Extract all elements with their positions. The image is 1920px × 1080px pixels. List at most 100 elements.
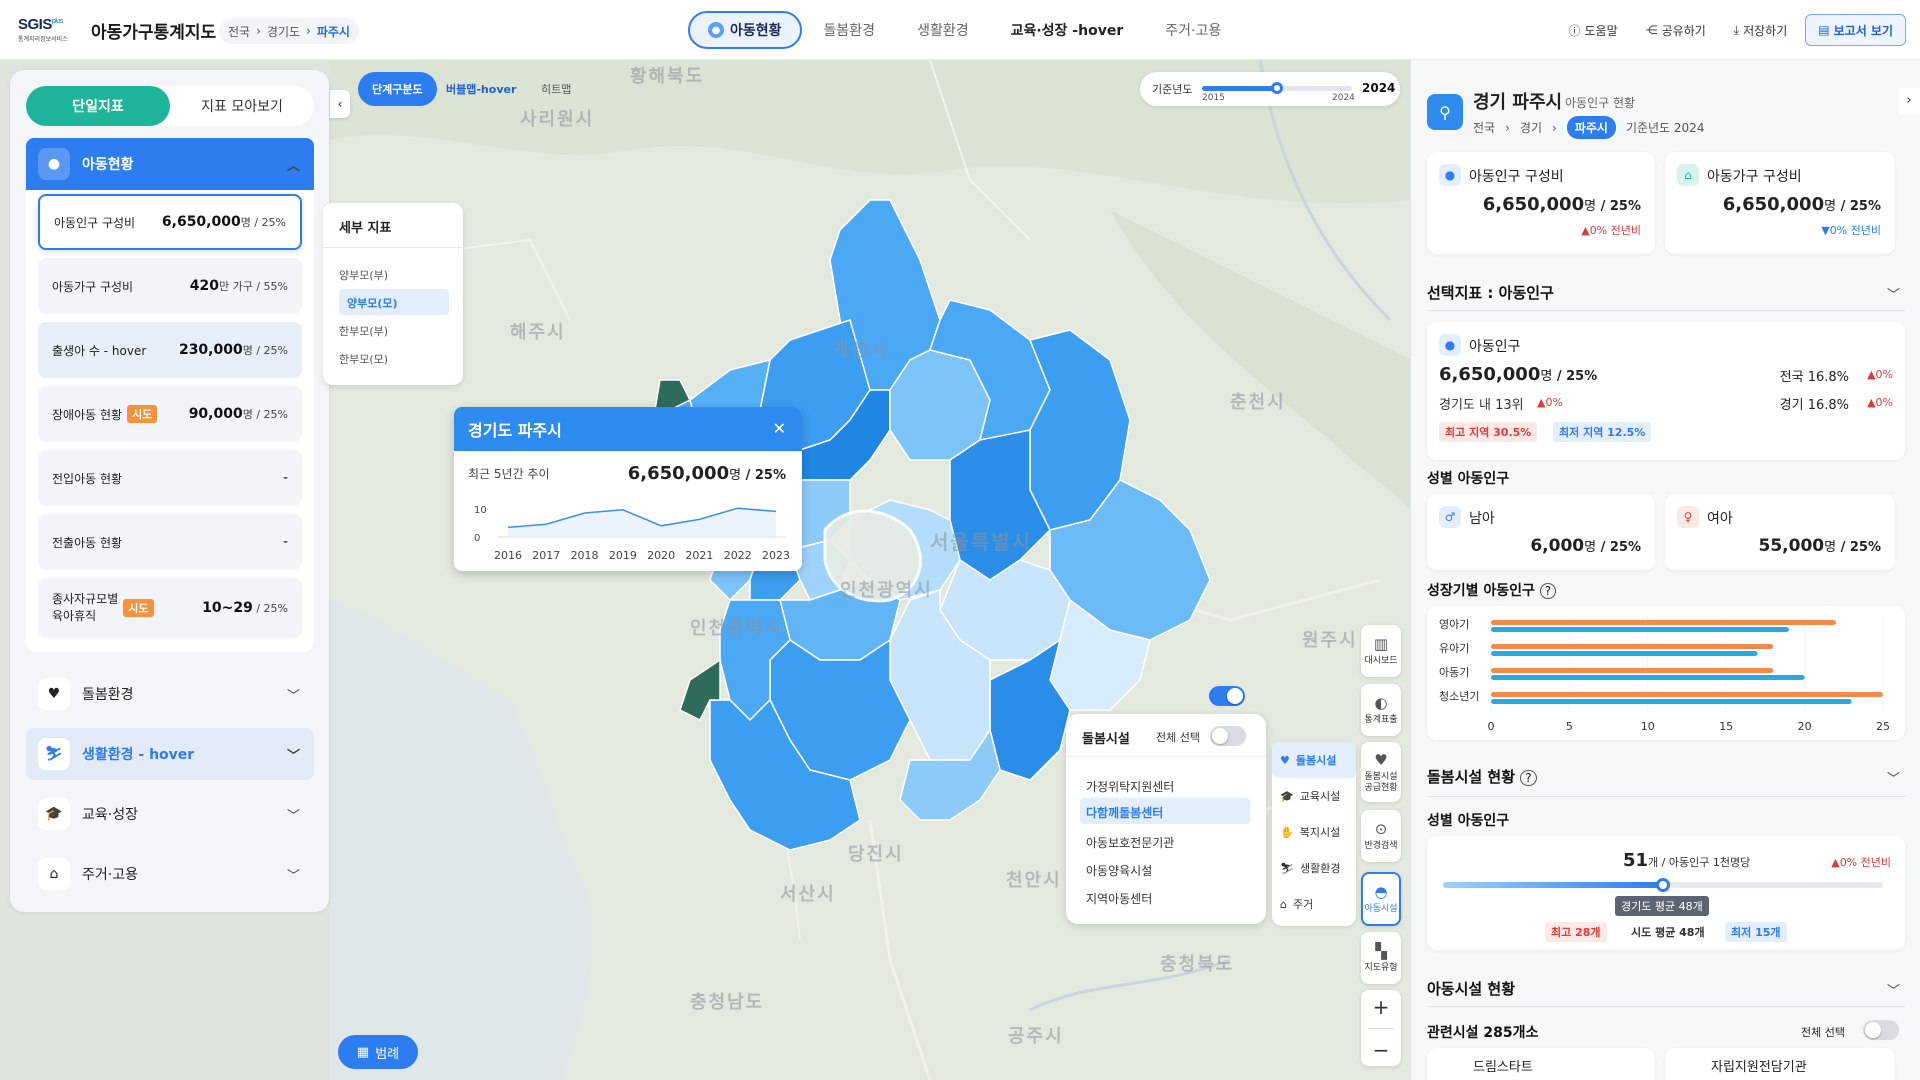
fac-cat-welfare[interactable]: ✋ 복지시설 <box>1272 814 1356 850</box>
chevron-down-icon[interactable]: ﹀ <box>1887 768 1900 787</box>
detail-item-selected[interactable]: 양부모(모) <box>339 289 449 315</box>
rail-stats-display-button[interactable]: ◐ 통계표출 <box>1361 684 1401 736</box>
graduation-cap-icon: 🎓 <box>1280 789 1294 803</box>
fac-cat-care[interactable]: ♥ 돌봄시설 <box>1272 742 1356 778</box>
legend-button[interactable]: ▦ 범례 <box>338 1035 418 1069</box>
selected-indicator-title: 선택지표 : 아동인구 <box>1427 284 1554 302</box>
year-handle[interactable] <box>1271 82 1283 94</box>
gender-card-female: ♀ 여아 55,000명 / 25% <box>1665 494 1895 570</box>
fac-cat-education[interactable]: 🎓 교육시설 <box>1272 778 1356 814</box>
tab-heatmap[interactable]: 히트맵 <box>527 72 585 106</box>
heart-icon: ♥ <box>38 678 70 710</box>
chevron-down-icon[interactable]: ﹀ <box>1887 980 1900 999</box>
help-icon[interactable]: ? <box>1520 770 1537 786</box>
kids-facility-card[interactable]: 자립지원전담기관 <box>1665 1048 1895 1080</box>
facility-layer-toggle[interactable] <box>1209 686 1245 706</box>
detail-indicator-panel: 세부 지표 양부모(부) 양부모(모) 한부모(부) 한부모(모) <box>323 203 463 385</box>
save-button[interactable]: ⤓ 저장하기 <box>1724 14 1797 46</box>
bar <box>1491 699 1852 704</box>
category-child-status[interactable]: ● 아동현황 ︿ <box>26 138 314 190</box>
map-icon: ▚ <box>1375 942 1387 961</box>
y-tick-label: 10 <box>474 505 487 516</box>
facility-item-selected[interactable]: 다함께돌봄센터 <box>1080 798 1250 824</box>
share-button[interactable]: ⋲ 공유하기 <box>1636 14 1716 46</box>
select-all-label: 전체 선택 <box>1156 731 1200 744</box>
year-track[interactable] <box>1202 82 1352 94</box>
gender-card-male: ♂ 남아 6,000명 / 25% <box>1427 494 1655 570</box>
report-button[interactable]: ▤ 보고서 보기 <box>1805 14 1906 46</box>
breadcrumb-item[interactable]: 전국 <box>1473 119 1495 136</box>
category-education[interactable]: 🎓 교육·성장 ﹀ <box>26 788 314 840</box>
rail-map-type-button[interactable]: ▚ 지도유형 <box>1361 932 1401 984</box>
year-value: 2024 <box>1362 81 1396 95</box>
tab-living-env[interactable]: 생활환경 <box>897 11 989 49</box>
category-care-env[interactable]: ♥ 돌봄환경 ﹀ <box>26 668 314 720</box>
close-icon[interactable]: ✕ <box>773 419 786 438</box>
rail-child-facility-button[interactable]: ◓ 아동시설 <box>1361 872 1401 926</box>
collapse-left-panel-button[interactable]: ‹ <box>330 90 350 118</box>
tab-indicator-collection[interactable]: 지표 모아보기 <box>170 86 314 126</box>
x-tick-label: 2021 <box>685 549 713 562</box>
tab-education[interactable]: 교육·성장 -hover <box>991 11 1144 49</box>
fac-cat-living[interactable]: ⛷ 생활환경 <box>1272 850 1356 886</box>
map-label: 인천광역시 <box>690 618 783 639</box>
map-label: 개성시 <box>832 340 888 361</box>
tab-choropleth[interactable]: 단계구분도 <box>358 72 437 106</box>
breadcrumb-item[interactable]: 경기 <box>1520 119 1542 136</box>
detail-item[interactable]: 양부모(부) <box>339 267 388 283</box>
select-all-toggle[interactable] <box>1863 1020 1899 1040</box>
main-nav: ● 아동현황 돌봄환경 생활환경 교육·성장 -hover 주거·고용 <box>688 11 1243 49</box>
indicator-item[interactable]: 전출아동 현황 - <box>38 514 302 570</box>
facility-item[interactable]: 아동보호전문기관 <box>1086 834 1174 851</box>
left-panel: 단일지표 지표 모아보기 ● 아동현황 ︿ 아동인구 구성비 6,650,000… <box>10 70 329 912</box>
care-progress-track <box>1443 878 1883 892</box>
tab-bubble-map[interactable]: 버블맵-hover <box>432 72 530 106</box>
detail-item[interactable]: 한부모(부) <box>339 323 388 339</box>
sgis-logo[interactable]: SGISplus 통계지리정보서비스 <box>18 16 74 44</box>
help-button[interactable]: ⓘ 도움말 <box>1558 14 1627 46</box>
zoom-in-icon[interactable]: + <box>1373 995 1390 1019</box>
tab-housing[interactable]: 주거·고용 <box>1145 11 1241 49</box>
chevron-down-icon: ﹀ <box>286 689 300 704</box>
category-housing[interactable]: ⌂ 주거·고용 ﹀ <box>26 848 314 900</box>
indicator-item[interactable]: 아동인구 구성비 6,650,000명 / 25% <box>38 194 302 250</box>
base-year: 기준년도 2024 <box>1625 121 1705 135</box>
indicator-item[interactable]: 전입아동 현황 - <box>38 450 302 506</box>
collapse-right-panel-button[interactable]: › <box>1898 88 1920 114</box>
facility-category-list: ♥ 돌봄시설 🎓 교육시설 ✋ 복지시설 ⛷ 생활환경 ⌂ 주거 <box>1272 742 1356 926</box>
detail-item[interactable]: 한부모(모) <box>339 351 388 367</box>
breadcrumb-item[interactable]: 전국 <box>228 23 250 40</box>
facility-item[interactable]: 지역아동센터 <box>1086 890 1152 907</box>
fac-cat-housing[interactable]: ⌂ 주거 <box>1272 886 1356 922</box>
person-icon: ● <box>1439 164 1461 186</box>
indicator-list: 아동인구 구성비 6,650,000명 / 25% 아동가구 구성비 420만 … <box>26 190 314 652</box>
region-popup: 경기도 파주시 ✕ 최근 5년간 추이 6,650,000명 / 25% 10 0… <box>454 407 802 571</box>
chevron-down-icon[interactable]: ﹀ <box>1887 284 1900 303</box>
heart-icon: ♥ <box>1280 753 1290 767</box>
rail-dashboard-button[interactable]: ▥ 대시보드 <box>1361 625 1401 677</box>
zoom-out-icon[interactable]: − <box>1373 1038 1390 1062</box>
sled-icon: ⛷ <box>38 738 70 770</box>
indicator-item[interactable]: 출생아 수 - hover 230,000명 / 25% <box>38 322 302 378</box>
tab-care-env[interactable]: 돌봄환경 <box>804 11 896 49</box>
indicator-item[interactable]: 아동가구 구성비 420만 가구 / 55% <box>38 258 302 314</box>
select-all-label: 전체 선택 <box>1801 1026 1845 1039</box>
select-all-toggle[interactable] <box>1210 726 1246 746</box>
indicator-item[interactable]: 장애아동 현황 시도 90,000명 / 25% <box>38 386 302 442</box>
tab-single-indicator[interactable]: 단일지표 <box>26 86 170 126</box>
facility-item[interactable]: 가정위탁지원센터 <box>1086 778 1174 795</box>
graduation-cap-icon: 🎓 <box>38 798 70 830</box>
facility-item[interactable]: 아동양육시설 <box>1086 862 1152 879</box>
rail-radius-search-button[interactable]: ⊙ 반경검색 <box>1361 810 1401 862</box>
breadcrumb-item[interactable]: 경기도 <box>267 23 300 40</box>
tab-child-status[interactable]: ● 아동현황 <box>688 11 802 49</box>
kids-facility-card[interactable]: 드림스타트 <box>1427 1048 1655 1080</box>
category-label: 아동기 <box>1439 666 1469 679</box>
indicator-item[interactable]: 종사자규모별 육아휴직 시도 10~29 / 25% <box>38 578 302 638</box>
help-icon[interactable]: ? <box>1539 583 1557 599</box>
map-label: 서울특별시 <box>930 530 1032 554</box>
rail-care-supply-button[interactable]: ♥ 돌봄시설 공급현황 <box>1361 742 1401 802</box>
care-status-card: 51개 / 아동인구 1천명당 ▲0% 전년비 경기도 평균 48개 최고 28… <box>1427 836 1905 950</box>
breadcrumb: 전국 › 경기도 › 파주시 <box>219 18 359 44</box>
category-living-env[interactable]: ⛷ 생활환경 - hover ﹀ <box>26 728 314 780</box>
